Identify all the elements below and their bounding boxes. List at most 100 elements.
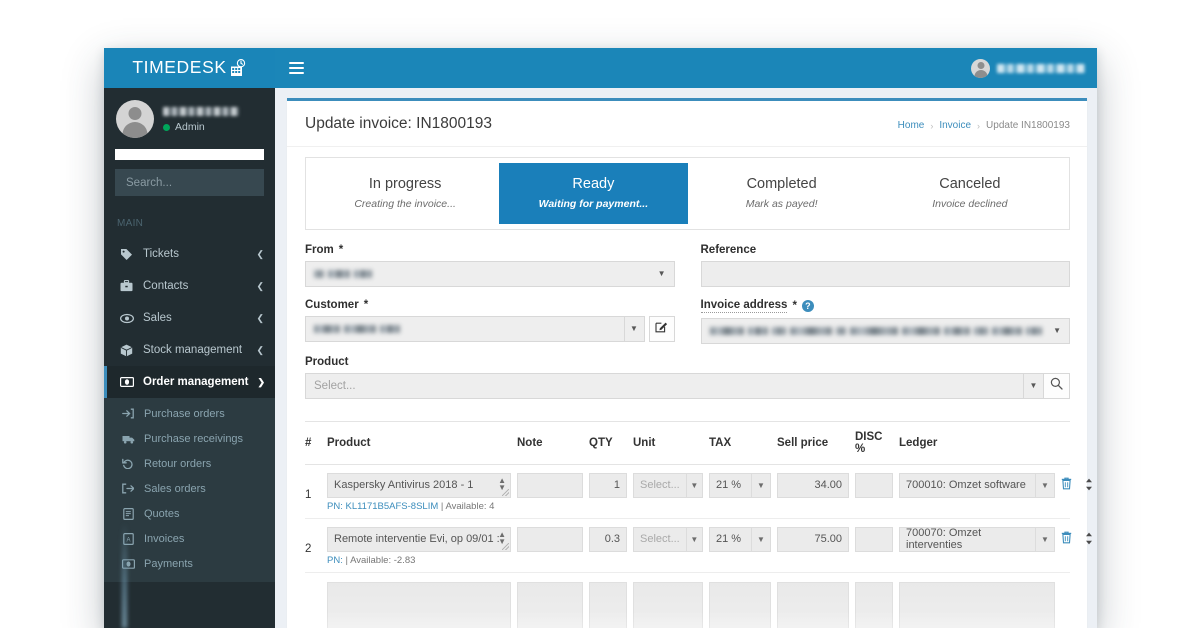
sidebar-item-contacts[interactable]: Contacts ❮ <box>104 270 275 302</box>
trash-icon[interactable] <box>1061 477 1072 495</box>
unit-value: Select... <box>633 526 687 552</box>
tab-canceled[interactable]: Canceled Invoice declined <box>876 163 1064 224</box>
customer-label: Customer <box>305 298 359 311</box>
meta-separator: | <box>440 500 444 512</box>
breadcrumb-item-invoice[interactable]: Invoice <box>939 120 971 131</box>
product-select[interactable]: Select... <box>305 372 1024 399</box>
sidebar-item-quotes[interactable]: Quotes <box>104 501 275 526</box>
resize-grip-icon[interactable] <box>502 488 509 496</box>
row-product-cell: Kaspersky Antivirus 2018 - 1 ▲ ▼ PN: KL11… <box>327 472 517 512</box>
tab-ready[interactable]: Ready Waiting for payment... <box>499 163 688 224</box>
sidebar-item-purchase-orders[interactable]: Purchase orders <box>104 401 275 426</box>
column-header-tax: TAX <box>709 436 732 449</box>
pn-value: KL1171B5AFS-8SLIM <box>345 500 439 512</box>
disc-input[interactable] <box>855 526 893 552</box>
hamburger-menu-icon[interactable] <box>289 62 304 74</box>
reference-input[interactable] <box>700 260 1070 287</box>
invoice-address-select[interactable]: ▼ <box>700 317 1070 344</box>
breadcrumb-separator-icon: › <box>930 120 934 131</box>
available-value: Available: -2.83 <box>350 554 416 566</box>
sidebar-item-tickets[interactable]: Tickets ❮ <box>104 238 275 270</box>
ledger-select[interactable]: 700010: Omzet software ▼ <box>899 472 1055 498</box>
unit-select[interactable]: Select... ▼ <box>633 526 703 552</box>
sort-updown-icon[interactable] <box>1085 478 1093 494</box>
product-name-input[interactable] <box>327 581 511 628</box>
trash-icon[interactable] <box>1061 531 1072 549</box>
qty-input[interactable]: 1 <box>589 472 627 498</box>
caret-down-icon[interactable]: ▼ <box>624 315 645 342</box>
product-row: Select... ▼ <box>305 372 1070 399</box>
sort-updown-icon[interactable] <box>1085 532 1093 548</box>
sidebar-item-sales[interactable]: Sales ❮ <box>104 302 275 334</box>
product-name-input[interactable]: Remote interventie Evi, op 09/01 : ▲ ▼ <box>327 526 511 552</box>
sidebar-item-order-management[interactable]: Order management ❯ <box>104 366 275 398</box>
field-from: From * ▼ <box>305 244 675 287</box>
tab-in-progress[interactable]: In progress Creating the invoice... <box>311 163 499 224</box>
row-qty-cell: 1 <box>589 472 633 498</box>
disc-input[interactable] <box>855 472 893 498</box>
table-row-partial <box>305 573 1070 628</box>
sell-price-input[interactable]: 34.00 <box>777 472 849 498</box>
from-select[interactable]: ▼ <box>305 260 675 287</box>
unit-select[interactable]: Select... ▼ <box>633 472 703 498</box>
row-product-cell-partial <box>327 581 517 628</box>
tab-completed[interactable]: Completed Mark as payed! <box>688 163 876 224</box>
sidebar-item-stock-management[interactable]: Stock management ❮ <box>104 334 275 366</box>
customer-row: ▼ <box>305 315 675 342</box>
required-marker: * <box>338 243 344 256</box>
note-input[interactable] <box>517 581 583 628</box>
caret-down-icon: ▼ <box>657 269 666 279</box>
qty-input[interactable]: 0.3 <box>589 526 627 552</box>
sidebar-user-panel[interactable]: Admin <box>104 88 275 146</box>
top-bar: TIMEDESK <box>104 48 1097 88</box>
navbar-user-menu[interactable] <box>971 58 1085 78</box>
table-header-row: # Product Note QTY Unit TAX Sell price D… <box>305 420 1070 465</box>
brand-logo[interactable]: TIMEDESK <box>104 48 275 88</box>
note-input[interactable] <box>517 526 583 552</box>
note-input[interactable] <box>517 472 583 498</box>
sell-price-input[interactable] <box>777 581 849 628</box>
field-label: Invoice address * ? <box>700 299 1071 313</box>
column-header-unit: Unit <box>633 436 656 449</box>
sidebar-item-sales-orders[interactable]: Sales orders <box>104 476 275 501</box>
sidebar-item-invoices[interactable]: A Invoices <box>104 526 275 551</box>
disc-input[interactable] <box>855 581 893 628</box>
product-search-button[interactable] <box>1044 372 1070 399</box>
row-index: 1 <box>305 488 312 501</box>
window-shadow-streak <box>122 523 127 628</box>
required-marker: * <box>363 298 369 311</box>
field-label: Customer * <box>305 299 675 311</box>
unit-select[interactable] <box>633 581 703 628</box>
breadcrumb-item-home[interactable]: Home <box>898 120 925 131</box>
column-header-note: Note <box>517 436 543 449</box>
field-invoice-address: Invoice address * ? ▼ <box>700 299 1071 344</box>
product-name-input[interactable]: Kaspersky Antivirus 2018 - 1 ▲ ▼ <box>327 472 511 498</box>
row-ledger-cell: 700010: Omzet software ▼ <box>899 472 1061 498</box>
search-input[interactable]: Search... <box>115 169 264 196</box>
ledger-select[interactable] <box>899 581 1055 628</box>
customer-value-redacted <box>314 324 400 333</box>
caret-down-icon[interactable]: ▼ <box>1024 372 1044 399</box>
tax-select[interactable]: 21 % ▼ <box>709 526 771 552</box>
sidebar-item-purchase-receivings[interactable]: Purchase receivings <box>104 426 275 451</box>
available-value: Available: 4 <box>445 500 495 512</box>
pn-label: PN: <box>327 554 343 566</box>
row-sell-price-cell: 34.00 <box>777 472 855 498</box>
sidebar-item-retour-orders[interactable]: Retour orders <box>104 451 275 476</box>
edit-customer-button[interactable] <box>648 315 675 342</box>
field-reference: Reference <box>700 244 1070 287</box>
question-circle-icon[interactable]: ? <box>801 299 814 312</box>
resize-grip-icon[interactable] <box>502 542 509 550</box>
qty-input[interactable] <box>589 581 627 628</box>
sell-price-input[interactable]: 75.00 <box>777 526 849 552</box>
search-placeholder: Search... <box>126 176 173 189</box>
tax-select[interactable]: 21 % ▼ <box>709 472 771 498</box>
field-label: From * <box>305 244 675 256</box>
tax-select[interactable] <box>709 581 771 628</box>
row-actions <box>1061 527 1097 549</box>
sidebar-item-payments[interactable]: Payments <box>104 551 275 576</box>
customer-select[interactable] <box>305 315 625 342</box>
ledger-select[interactable]: 700070: Omzet interventies ▼ <box>899 526 1055 552</box>
row-sell-price-cell: 75.00 <box>777 526 855 552</box>
caret-down-icon: ▼ <box>1036 526 1055 552</box>
